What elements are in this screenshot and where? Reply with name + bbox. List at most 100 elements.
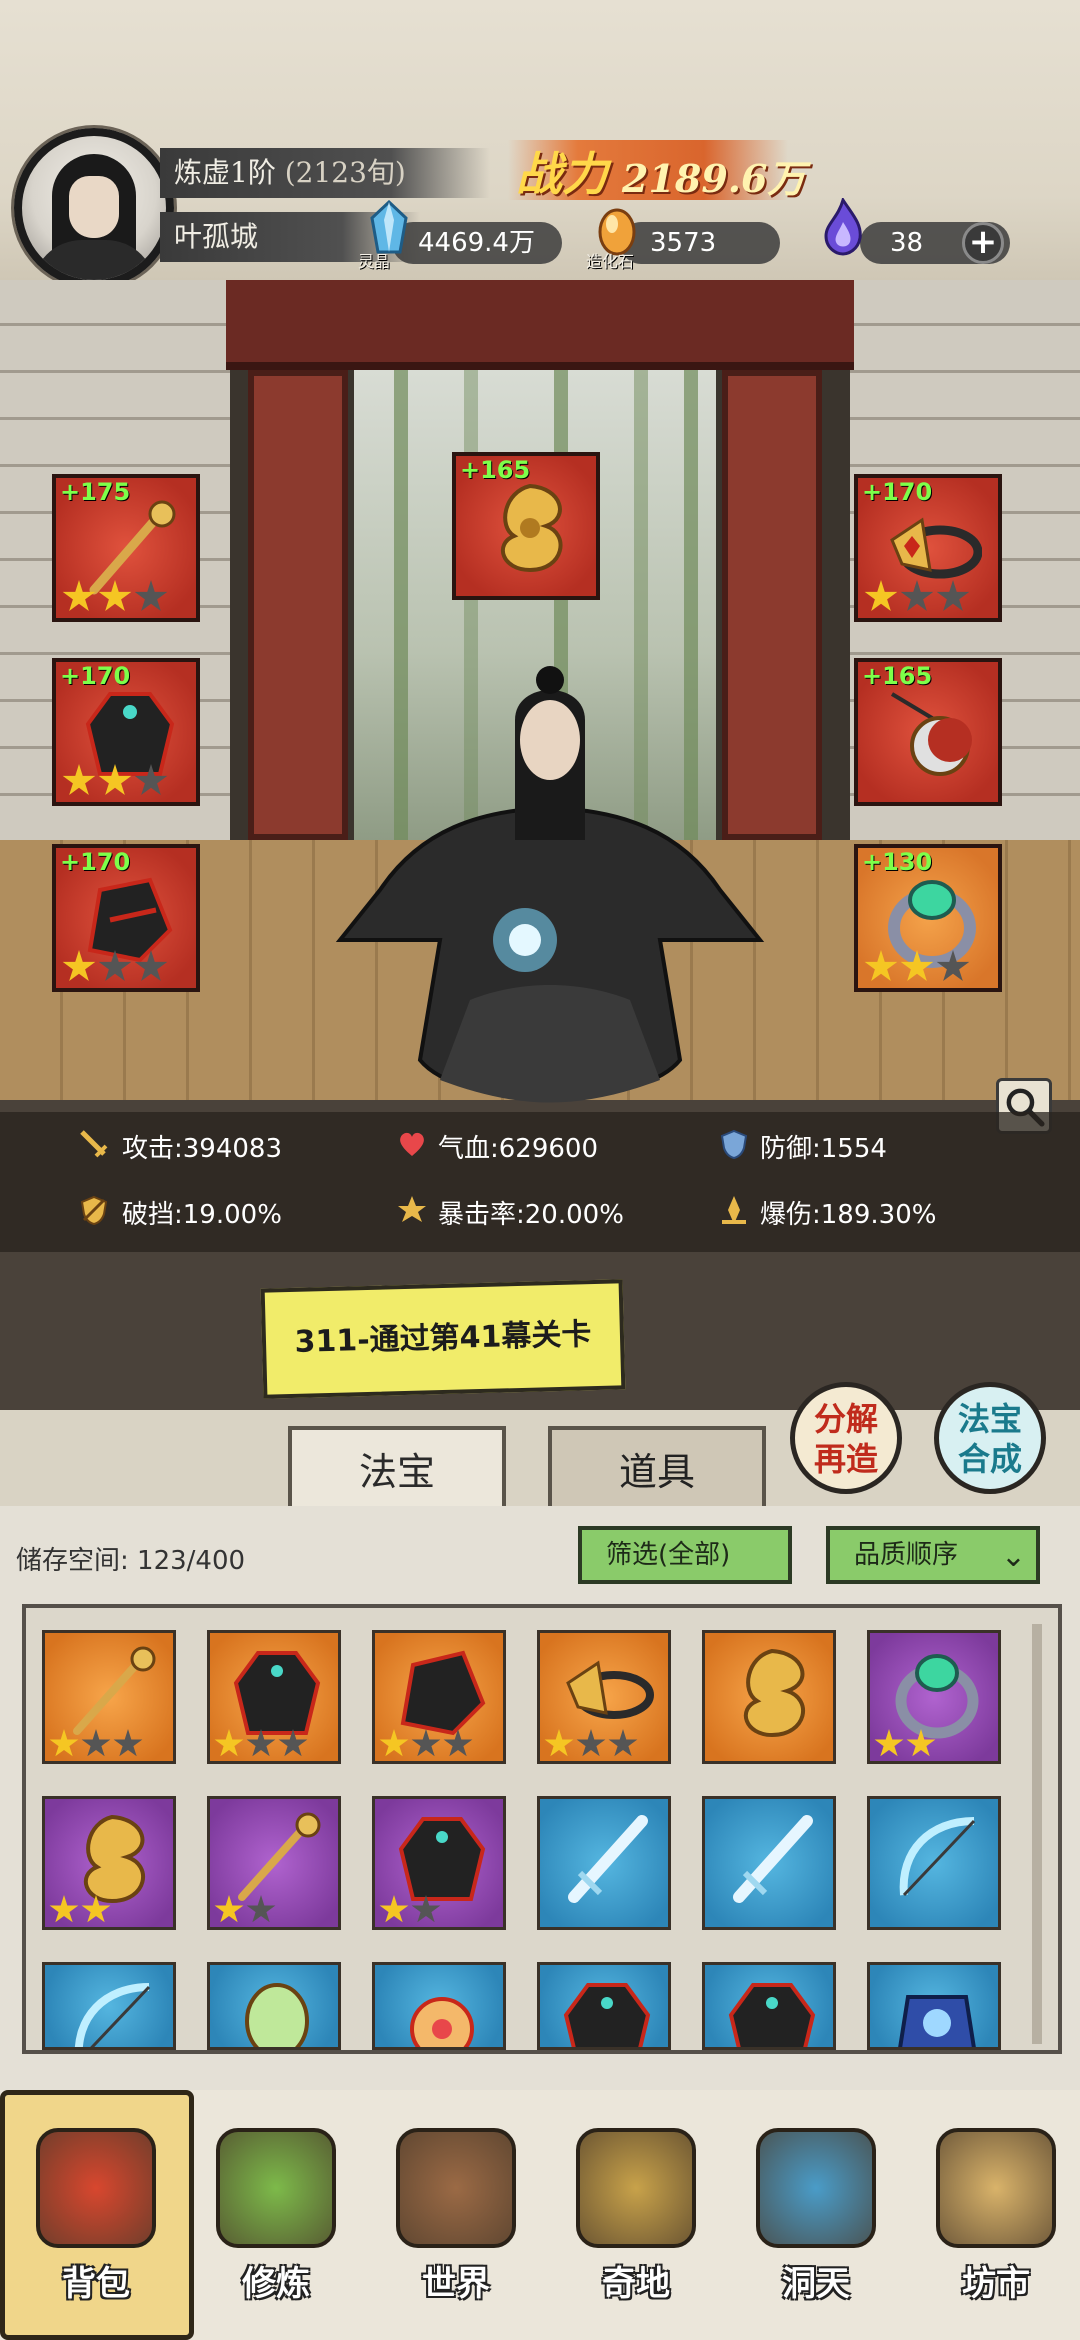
inventory-item[interactable] — [372, 1630, 506, 1764]
equip-slot-ring[interactable]: +130 — [854, 844, 1002, 992]
creation-stone-amount: 3573 — [620, 222, 780, 264]
inventory-item[interactable] — [867, 1962, 1001, 2050]
equip-slot-artifact[interactable]: +165 — [452, 452, 600, 600]
quest-button[interactable]: 311-通过第41幕关卡 — [260, 1279, 626, 1399]
market-stall-icon — [936, 2128, 1056, 2248]
creation-stone-caption: 造化石 — [586, 252, 635, 271]
spirit-crystal-caption: 灵晶 — [358, 252, 391, 271]
inventory-scrollbar[interactable] — [1032, 1624, 1042, 2044]
ice-sword-icon — [733, 1815, 813, 1903]
inventory-item[interactable] — [207, 1796, 341, 1930]
golden-staff-icon — [73, 1646, 156, 1735]
dark-robe-icon — [233, 1651, 321, 1735]
inventory-item[interactable] — [42, 1630, 176, 1764]
pagoda-icon — [576, 2128, 696, 2248]
star-rating — [214, 1729, 308, 1759]
nav-item-4[interactable]: 洞天 — [736, 2106, 896, 2326]
nav-label: 奇地 — [602, 2264, 670, 2304]
shield-icon — [720, 1129, 748, 1160]
purple-flame-icon — [824, 198, 862, 256]
cultivation-realm: 炼虚1阶 (2123旬) — [160, 148, 490, 198]
scroll-map-icon — [396, 2128, 516, 2248]
add-currency-button[interactable]: + — [962, 222, 1004, 264]
crit-burst-icon — [398, 1196, 426, 1222]
dark-robe-icon — [398, 1817, 486, 1901]
inventory-item[interactable] — [537, 1630, 671, 1764]
nav-label: 世界 — [422, 2264, 490, 2304]
golden-staff-icon — [238, 1812, 321, 1901]
cultivator-figure — [335, 666, 765, 1103]
star-rating — [379, 1895, 441, 1925]
chevron-down-icon: ⌄ — [1000, 1539, 1026, 1574]
star-rating — [49, 1729, 143, 1759]
armor-break-icon — [80, 1195, 108, 1226]
ice-bow-icon — [75, 1983, 151, 2047]
ice-bow-icon — [899, 1817, 976, 1897]
crit-damage-icon — [722, 1196, 746, 1224]
equip-slot-boots[interactable]: +170 — [52, 844, 200, 992]
decompose-reforge-button[interactable]: 分解 再造 — [790, 1382, 902, 1494]
inventory-item[interactable] — [207, 1962, 341, 2050]
golden-dragon-icon — [84, 1814, 146, 1904]
dark-robe-icon — [563, 1983, 651, 2047]
equip-slot-robe[interactable]: +170 — [52, 658, 200, 806]
tab-artifacts[interactable]: 法宝 — [288, 1426, 506, 1510]
star-rating — [544, 1729, 638, 1759]
nav-item-0[interactable]: 背包 — [16, 2106, 176, 2326]
inventory-item[interactable] — [702, 1962, 836, 2050]
attack-stat: 攻击:394083 — [122, 1134, 283, 1164]
star-rating — [214, 1895, 276, 1925]
hp-stat: 气血:629600 — [438, 1134, 599, 1164]
inventory-item[interactable] — [537, 1796, 671, 1930]
bag-icon — [36, 2128, 156, 2248]
inventory-item[interactable] — [42, 1962, 176, 2050]
lotus-icon — [216, 2128, 336, 2248]
inventory-item[interactable] — [702, 1630, 836, 1764]
dark-robe-icon — [728, 1983, 816, 2047]
inventory-item[interactable] — [42, 1796, 176, 1930]
moon-pendant-icon — [890, 692, 972, 776]
equip-slot-head[interactable]: +170 — [854, 474, 1002, 622]
combat-power-value: 2189.6万 — [622, 156, 806, 201]
nav-item-1[interactable]: 修炼 — [196, 2106, 356, 2326]
golden-dragon-icon — [744, 1648, 806, 1738]
blue-armor-icon — [898, 1995, 976, 2047]
inventory-item[interactable] — [537, 1962, 671, 2050]
equip-slot-weapon[interactable]: +175 — [52, 474, 200, 622]
storage-capacity: 储存空间: 123/400 — [16, 1546, 246, 1576]
inventory-item[interactable] — [867, 1796, 1001, 1930]
equip-slot-pendant[interactable]: +165 — [854, 658, 1002, 806]
crit-rate-stat: 暴击率:20.00% — [438, 1200, 624, 1230]
pierce-stat: 破挡:19.00% — [122, 1200, 282, 1230]
nav-item-5[interactable]: 坊市 — [916, 2106, 1076, 2326]
spirit-crystal-amount: 4469.4万 — [392, 222, 562, 264]
star-rating — [874, 1729, 936, 1759]
artifact-synthesis-button[interactable]: 法宝 合成 — [934, 1382, 1046, 1494]
star-rating — [379, 1729, 473, 1759]
inventory-item[interactable] — [702, 1796, 836, 1930]
nav-item-2[interactable]: 世界 — [376, 2106, 536, 2326]
nav-item-3[interactable]: 奇地 — [556, 2106, 716, 2326]
dark-boots-icon — [400, 1650, 486, 1736]
ice-sword-icon — [568, 1815, 648, 1903]
portal-icon — [756, 2128, 876, 2248]
combat-power-label: 战力 — [516, 147, 608, 201]
inventory-item[interactable] — [372, 1796, 506, 1930]
nav-label: 背包 — [62, 2264, 130, 2304]
inventory-item[interactable] — [867, 1630, 1001, 1764]
crit-damage-stat: 爆伤:189.30% — [760, 1200, 937, 1230]
sort-dropdown[interactable]: 品质顺序 ⌄ — [826, 1526, 1040, 1584]
golden-headband-icon — [566, 1660, 654, 1719]
inventory-item[interactable] — [372, 1962, 506, 2050]
golden-dragon-icon — [501, 483, 563, 573]
jade-ring-icon — [895, 1654, 979, 1739]
nav-label: 修炼 — [242, 2264, 310, 2304]
tab-items[interactable]: 道具 — [548, 1426, 766, 1510]
heart-icon — [400, 1132, 424, 1156]
flower-crown-icon — [410, 1997, 474, 2047]
player-avatar[interactable] — [14, 128, 174, 288]
jade-mirror-icon — [245, 1983, 309, 2047]
filter-button[interactable]: 筛选(全部) — [578, 1526, 792, 1584]
realm-duration: (2123旬) — [284, 156, 406, 189]
inventory-item[interactable] — [207, 1630, 341, 1764]
